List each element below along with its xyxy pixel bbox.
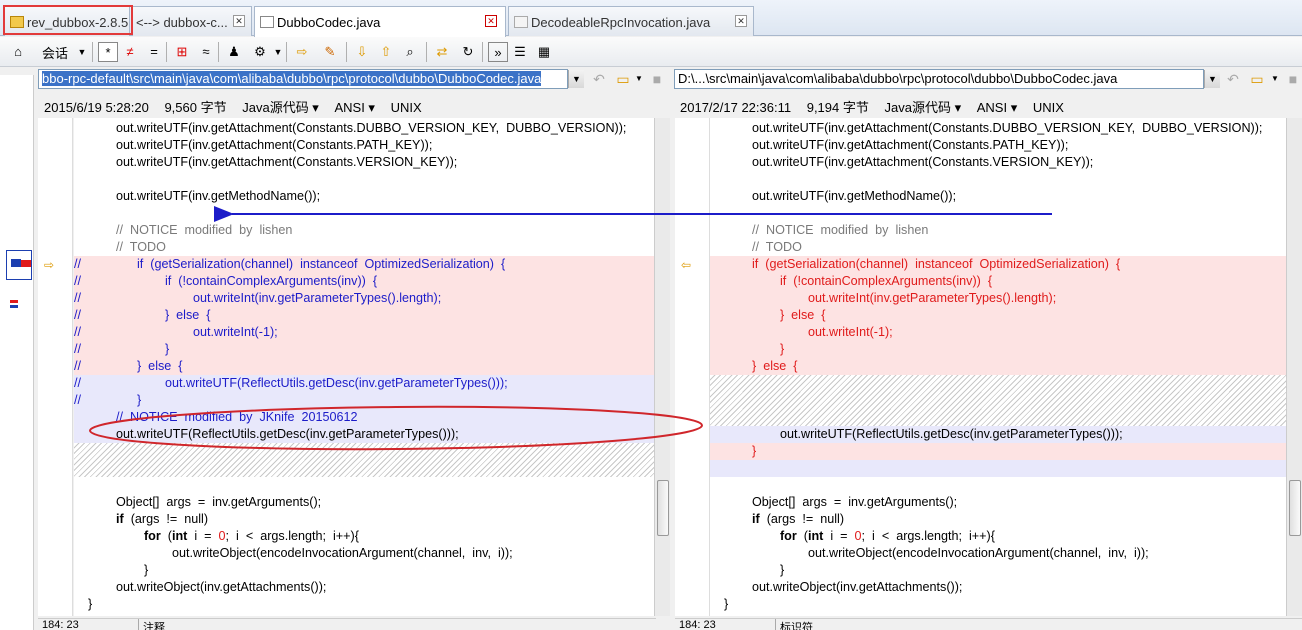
- red-ellipse: [89, 405, 703, 451]
- annotation-overlay: [89, 206, 1052, 451]
